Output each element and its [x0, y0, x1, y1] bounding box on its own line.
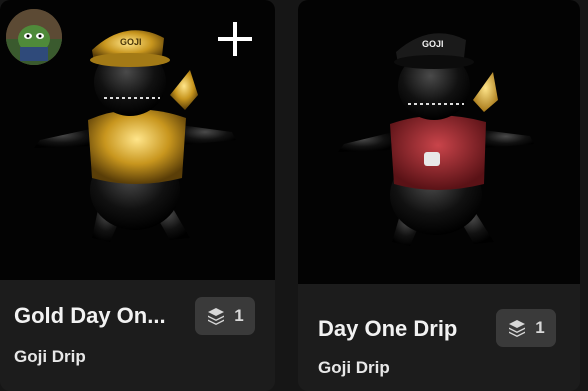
- edition-count: 1: [234, 306, 244, 325]
- nft-card[interactable]: GOJI Day One Drip 1 Goji Drip: [298, 0, 580, 391]
- creator-name[interactable]: Goji Drip: [14, 347, 86, 367]
- layers-icon: [208, 308, 225, 325]
- edition-badge: 1: [195, 297, 255, 335]
- edition-badge: 1: [496, 309, 556, 347]
- plus-icon: [218, 22, 252, 56]
- layers-icon: [509, 320, 526, 337]
- red-goji-figure: GOJI: [338, 33, 534, 246]
- add-button[interactable]: [214, 18, 256, 60]
- edition-count: 1: [535, 318, 545, 337]
- nft-image[interactable]: GOJI: [0, 0, 275, 280]
- card-title[interactable]: Day One Drip: [318, 316, 498, 342]
- creator-name[interactable]: Goji Drip: [318, 358, 390, 378]
- card-title[interactable]: Gold Day On...: [14, 303, 180, 329]
- cap-logo: GOJI: [120, 37, 142, 47]
- cap-logo: GOJI: [422, 39, 444, 49]
- nft-card[interactable]: GOJI Gold Day On... 1 Goji Drip: [0, 0, 275, 391]
- nft-image[interactable]: GOJI: [298, 0, 580, 284]
- avatar[interactable]: [6, 9, 62, 65]
